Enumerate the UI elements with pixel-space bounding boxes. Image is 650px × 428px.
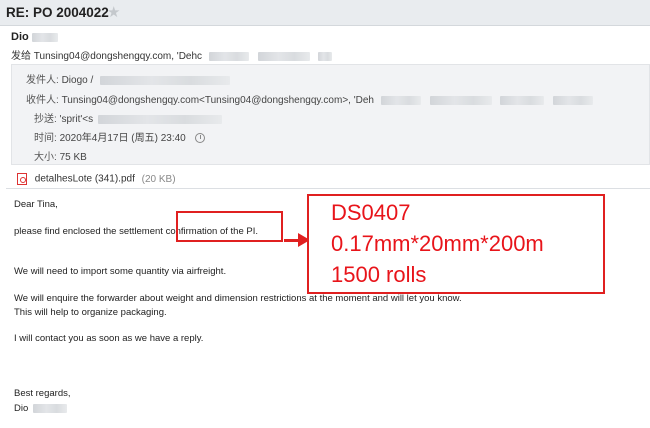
callout-line-2: 0.17mm*20mm*200m — [331, 231, 544, 256]
meta-cc-row: 抄送: 'sprit'<s — [34, 110, 222, 125]
meta-cc-value[interactable]: 'sprit'<s — [60, 114, 94, 125]
meta-time-label: 时间: — [34, 133, 57, 144]
body-line-3: We will enquire the forwarder about weig… — [14, 293, 462, 304]
redacted-block — [100, 75, 231, 85]
meta-from-label: 发件人: — [26, 75, 59, 86]
divider — [6, 188, 650, 189]
redacted-block — [553, 95, 594, 105]
redacted-block — [318, 51, 333, 61]
email-subject: RE: PO 2004022 — [6, 5, 109, 20]
redacted-block — [500, 95, 545, 105]
sendto-line: 发给 Tunsing04@dongshengqy.com, 'Dehc — [11, 47, 333, 62]
redacted-block — [97, 114, 222, 124]
body-greeting: Dear Tina, — [14, 199, 58, 210]
meta-size-row: 大小: 75 KB — [34, 148, 87, 163]
meta-size-label: 大小: — [34, 152, 57, 163]
sender-name: Dio — [11, 31, 58, 43]
body-line-5: I will contact you as soon as we have a … — [14, 333, 204, 344]
body-line-4: This will help to organize packaging. — [14, 307, 167, 318]
meta-time-row: 时间: 2020年4月17日 (周五) 23:40 — [34, 129, 205, 144]
body-closing: Best regards, — [14, 388, 71, 399]
meta-to-row: 收件人: Tunsing04@dongshengqy.com<Tunsing04… — [26, 91, 594, 106]
title-bar: RE: PO 2004022 ★ — [0, 0, 650, 26]
signature-text: Dio — [14, 403, 29, 414]
body-signature: Dio — [14, 403, 67, 414]
attachment-size: (20 KB) — [141, 173, 176, 185]
star-icon[interactable]: ★ — [107, 3, 120, 21]
sender-name-text: Dio — [11, 31, 29, 43]
redacted-block — [32, 403, 67, 413]
redacted-block — [208, 51, 249, 61]
meta-size-value: 75 KB — [59, 152, 87, 163]
sendto-prefix: 发给 — [11, 51, 31, 62]
highlight-box — [176, 211, 283, 242]
redacted-block — [31, 32, 58, 42]
meta-from-value[interactable]: Diogo / — [62, 75, 94, 86]
callout-line-3: 1500 rolls — [331, 262, 427, 287]
pdf-icon — [17, 173, 27, 185]
meta-to-value[interactable]: Tunsing04@dongshengqy.com<Tunsing04@dong… — [62, 95, 374, 106]
redacted-block — [429, 95, 492, 105]
redacted-block — [257, 51, 310, 61]
body-line-2: We will need to import some quantity via… — [14, 266, 227, 277]
annotation-callout: DS0407 0.17mm*20mm*200m 1500 rolls — [307, 194, 605, 294]
meta-cc-label: 抄送: — [34, 114, 57, 125]
meta-from-row: 发件人: Diogo / — [26, 71, 231, 86]
email-meta-panel: 发件人: Diogo / 收件人: Tunsing04@dongshengqy.… — [11, 64, 650, 165]
callout-line-1: DS0407 — [331, 200, 411, 225]
meta-to-label: 收件人: — [26, 95, 59, 106]
clock-icon[interactable] — [194, 133, 205, 144]
sendto-recipients[interactable]: Tunsing04@dongshengqy.com, 'Dehc — [34, 51, 202, 62]
redacted-block — [380, 95, 421, 105]
meta-time-value: 2020年4月17日 (周五) 23:40 — [59, 133, 186, 144]
attachment-row[interactable]: detalhesLote (341).pdf (20 KB) — [17, 173, 176, 185]
attachment-name[interactable]: detalhesLote (341).pdf — [35, 174, 135, 185]
